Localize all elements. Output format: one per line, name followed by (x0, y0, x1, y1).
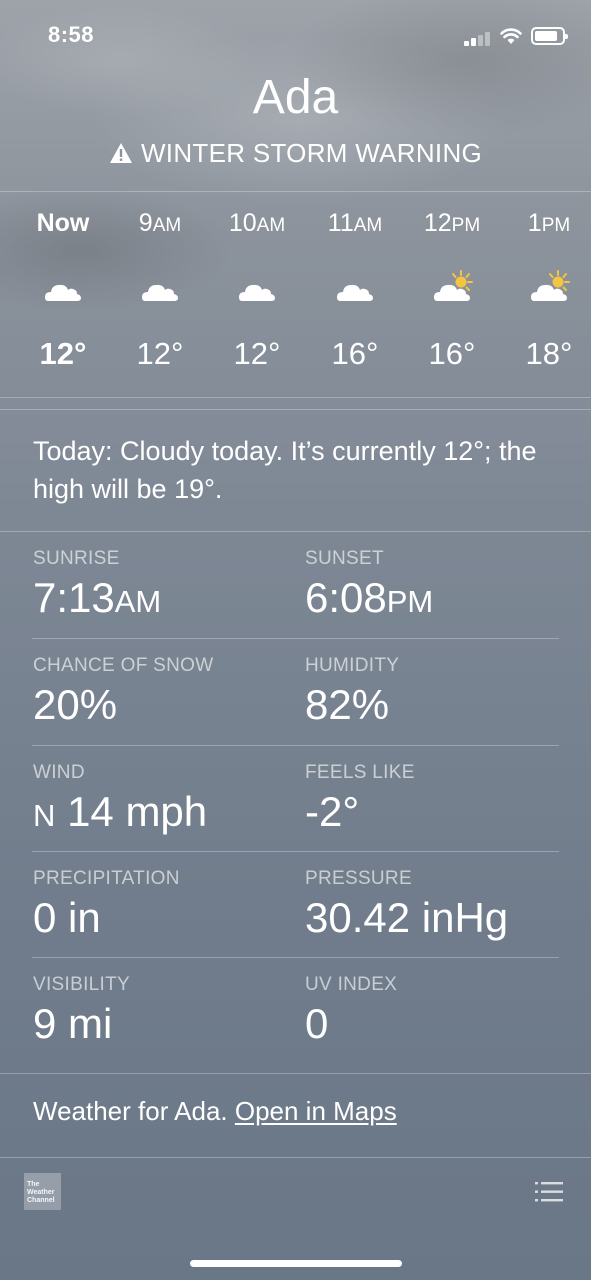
detail-row: SUNRISE 7:13AM SUNSET 6:08PM (0, 532, 591, 638)
partly-sunny-icon (434, 270, 473, 301)
weather-channel-logo[interactable]: The Weather Channel (24, 1173, 61, 1210)
sunrise-value: 7:13AM (33, 574, 162, 621)
cloud-icon (45, 284, 81, 301)
wind-cell: WIND N 14 mph (33, 762, 207, 836)
precipitation-label: PRECIPITATION (33, 868, 180, 889)
detail-row: PRECIPITATION 0 in PRESSURE 30.42 inHg (0, 852, 591, 958)
logo-text: Weather (27, 1189, 55, 1196)
visibility-cell: VISIBILITY 9 mi (33, 974, 130, 1048)
snow-cell: CHANCE OF SNOW 20% (33, 655, 213, 729)
home-indicator[interactable] (190, 1260, 402, 1267)
feels-like-label: FEELS LIKE (305, 762, 415, 783)
visibility-label: VISIBILITY (33, 974, 130, 995)
partly-sunny-icon (531, 270, 570, 301)
status-bar: 8:58 (0, 0, 591, 70)
snow-label: CHANCE OF SNOW (33, 655, 214, 676)
city-name: Ada (252, 71, 339, 124)
precipitation-value: 0 in (33, 894, 101, 941)
sunset-value: 6:08PM (305, 574, 434, 621)
hour-label: 10AM (228, 209, 286, 237)
divider (0, 1157, 591, 1158)
divider (0, 1073, 591, 1074)
pressure-label: PRESSURE (305, 868, 412, 889)
wifi-icon (500, 28, 522, 44)
weather-warning[interactable]: WINTER STORM WARNING (0, 138, 591, 169)
sunrise-label: SUNRISE (33, 548, 120, 569)
open-in-maps-link[interactable]: Open in Maps (235, 1096, 397, 1126)
uv-index-value: 0 (305, 1000, 329, 1047)
hour-temp: 16° (331, 336, 379, 371)
detail-row: WIND N 14 mph FEELS LIKE -2° (0, 746, 591, 852)
pressure-value: 30.42 inHg (305, 894, 509, 941)
divider (0, 409, 591, 410)
hour-label: Now (36, 209, 90, 237)
pressure-cell: PRESSURE 30.42 inHg (305, 868, 508, 942)
snow-value: 20% (33, 681, 118, 728)
footer-prefix: Weather for Ada. (33, 1096, 235, 1126)
divider (0, 397, 591, 398)
hour-label: 9AM (138, 209, 182, 237)
hour-label: 1PM (527, 209, 571, 237)
uv-index-label: UV INDEX (305, 974, 398, 995)
cloud-icon (337, 284, 373, 301)
hour-label: 12PM (423, 209, 481, 237)
humidity-value: 82% (305, 681, 390, 728)
sunset-label: SUNSET (305, 548, 384, 569)
detail-row: VISIBILITY 9 mi UV INDEX 0 (0, 958, 591, 1064)
logo-text: The (27, 1181, 40, 1188)
uv-index-cell: UV INDEX 0 (305, 974, 397, 1048)
battery-icon (531, 27, 568, 45)
sunrise-cell: SUNRISE 7:13AM (33, 548, 161, 622)
hour-temp: 18° (525, 336, 573, 371)
precipitation-cell: PRECIPITATION 0 in (33, 868, 180, 942)
status-time: 8:58 (48, 22, 95, 47)
wind-label: WIND (33, 762, 85, 783)
hour-temp: 12° (39, 336, 87, 371)
list-icon[interactable] (534, 1180, 564, 1204)
logo-text: Channel (27, 1197, 55, 1204)
hour-temp: 12° (136, 336, 184, 371)
footer-attribution: Weather for Ada. Open in Maps (33, 1096, 397, 1127)
feels-like-cell: FEELS LIKE -2° (305, 762, 415, 836)
detail-row: CHANCE OF SNOW 20% HUMIDITY 82% (0, 639, 591, 745)
warning-text: WINTER STORM WARNING (140, 138, 483, 168)
sunset-cell: SUNSET 6:08PM (305, 548, 433, 622)
cloud-icon (142, 284, 178, 301)
cloud-icon (239, 284, 275, 301)
humidity-cell: HUMIDITY 82% (305, 655, 399, 729)
warning-triangle-icon (109, 143, 132, 164)
hour-label: 11AM (327, 209, 383, 237)
forecast-summary: Today: Cloudy today. It’s currently 12°;… (33, 436, 537, 504)
hourly-forecast[interactable]: Now 12° 9AM 12° 10AM 12° 11AM 16° 12PM 1… (0, 192, 591, 398)
visibility-value: 9 mi (33, 1000, 113, 1047)
cellular-signal-icon (464, 30, 492, 46)
hour-temp: 16° (428, 336, 476, 371)
wind-value: N 14 mph (33, 788, 208, 835)
humidity-label: HUMIDITY (305, 655, 400, 676)
feels-like-value: -2° (305, 788, 360, 835)
hour-temp: 12° (233, 336, 281, 371)
